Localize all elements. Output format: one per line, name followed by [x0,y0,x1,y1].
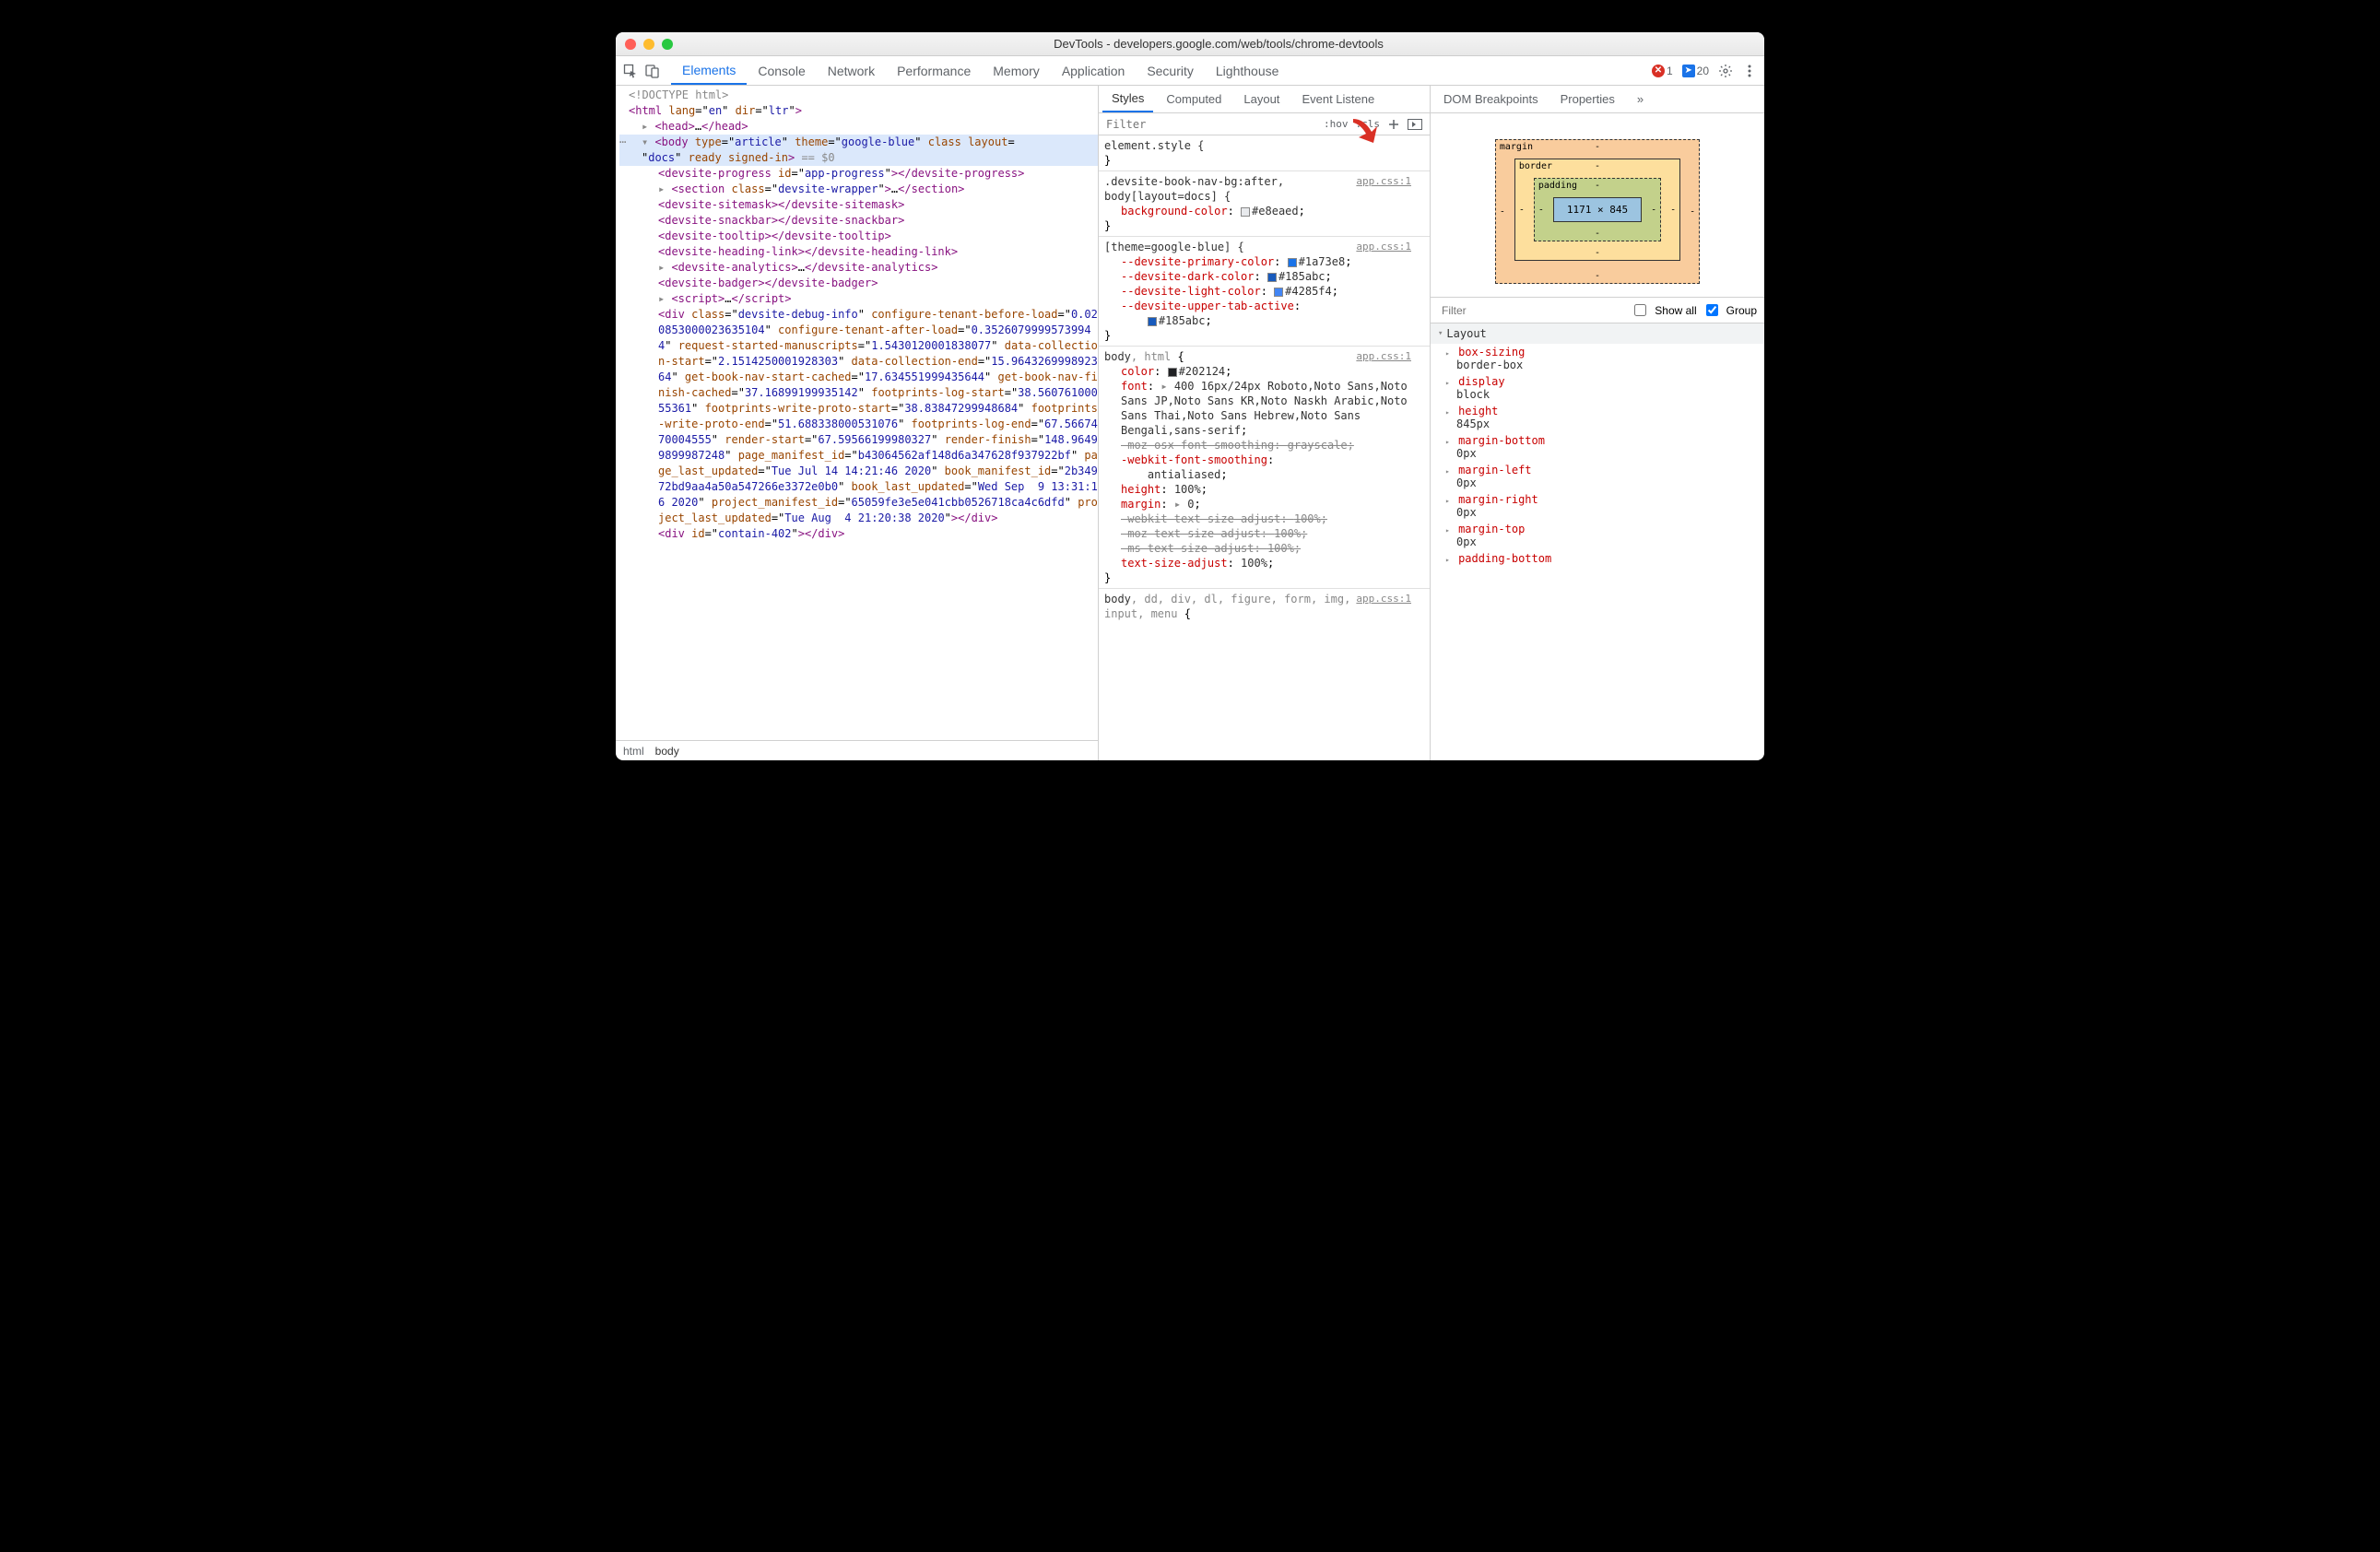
window-controls [625,39,673,50]
computed-properties-list[interactable]: Layout ▸ box-sizingborder-box▸ displaybl… [1431,323,1764,760]
computed-prop[interactable]: ▸ margin-left0px [1431,462,1764,491]
breadcrumb-body[interactable]: body [655,745,679,758]
rule-source-link[interactable]: app.css:1 [1356,349,1411,364]
new-style-rule-button[interactable] [1384,118,1404,131]
tab-lighthouse[interactable]: Lighthouse [1205,56,1290,85]
styles-panel: Styles Computed Layout Event Listeners :… [1099,86,1431,760]
elements-panel: <!DOCTYPE html> <html lang="en" dir="ltr… [616,86,1099,760]
computed-prop[interactable]: ▸ displayblock [1431,373,1764,403]
dom-doctype[interactable]: <!DOCTYPE html> [629,88,728,101]
inspect-icon[interactable] [623,64,638,78]
rule-source-link[interactable]: app.css:1 [1356,240,1411,254]
box-border-label: border [1519,161,1552,171]
close-window-button[interactable] [625,39,636,50]
tab-security[interactable]: Security [1136,56,1205,85]
dom-snackbar[interactable]: <devsite-snackbar></devsite-snackbar> [619,213,1098,229]
error-number: 1 [1667,65,1673,77]
settings-gear-icon[interactable] [1718,64,1733,78]
annotation-arrow-icon [1348,113,1381,147]
dom-analytics[interactable]: ▸ <devsite-analytics>…</devsite-analytic… [619,260,1098,276]
dom-head[interactable]: ▸ <head>…</head> [619,119,1098,135]
computed-subtabs: DOM Breakpoints Properties » [1431,86,1764,113]
message-icon: ➤ [1682,65,1695,77]
error-icon: ✕ [1652,65,1665,77]
message-count[interactable]: ➤ 20 [1682,65,1709,77]
subtab-properties[interactable]: Properties [1551,86,1624,112]
dom-sitemask[interactable]: <devsite-sitemask></devsite-sitemask> [619,197,1098,213]
subtab-dom-breakpoints[interactable]: DOM Breakpoints [1434,86,1548,112]
computed-group-layout[interactable]: Layout [1431,323,1764,344]
tab-console[interactable]: Console [747,56,816,85]
computed-prop[interactable]: ▸ height845px [1431,403,1764,432]
computed-filter-input[interactable] [1438,304,1625,317]
box-padding-label: padding [1538,181,1577,191]
group-checkbox[interactable] [1706,304,1718,316]
titlebar: DevTools - developers.google.com/web/too… [616,32,1764,56]
dom-tree[interactable]: <!DOCTYPE html> <html lang="en" dir="ltr… [616,86,1098,740]
dom-debug-div[interactable]: <div class="devsite-debug-info" configur… [619,307,1098,526]
show-all-checkbox[interactable] [1634,304,1646,316]
kebab-menu-icon[interactable] [1742,64,1757,78]
rule-body-reset[interactable]: app.css:1 body, dd, div, dl, figure, for… [1099,589,1430,624]
styles-filter-input[interactable] [1102,118,1320,131]
box-margin-label: margin [1500,142,1533,152]
error-count[interactable]: ✕ 1 [1652,65,1673,77]
window-title: DevTools - developers.google.com/web/too… [682,37,1755,51]
rule-source-link[interactable]: app.css:1 [1356,592,1411,606]
content-area: <!DOCTYPE html> <html lang="en" dir="ltr… [616,86,1764,760]
breadcrumb: html body [616,740,1098,760]
maximize-window-button[interactable] [662,39,673,50]
subtab-event-listeners[interactable]: Event Listeners [1292,86,1375,112]
dom-section[interactable]: ▸ <section class="devsite-wrapper">…</se… [619,182,1098,197]
computed-prop[interactable]: ▸ box-sizingborder-box [1431,344,1764,373]
box-model[interactable]: margin ---- border ---- padding ---- 117… [1431,113,1764,298]
panel-tabs: Elements Console Network Performance Mem… [671,56,1290,85]
subtab-more-icon[interactable]: » [1628,86,1653,112]
breadcrumb-html[interactable]: html [623,745,644,758]
tab-memory[interactable]: Memory [982,56,1051,85]
tab-performance[interactable]: Performance [886,56,982,85]
group-label: Group [1726,304,1757,317]
rule-source-link[interactable]: app.css:1 [1356,174,1411,189]
subtab-computed[interactable]: Computed [1157,86,1231,112]
subtab-layout[interactable]: Layout [1234,86,1289,112]
computed-filter-bar: Show all Group [1431,298,1764,323]
dom-badger[interactable]: <devsite-badger></devsite-badger> [619,276,1098,291]
computed-prop[interactable]: ▸ padding-bottom [1431,550,1764,567]
dom-body-selected[interactable]: ⋯▾ <body type="article" theme="google-bl… [619,135,1098,166]
rule-theme[interactable]: app.css:1 [theme=google-blue] { --devsit… [1099,237,1430,347]
dom-html-open[interactable]: <html lang="en" dir="ltr"> [619,103,1098,119]
tab-application[interactable]: Application [1051,56,1137,85]
tab-network[interactable]: Network [817,56,886,85]
tab-elements[interactable]: Elements [671,56,747,85]
dom-tooltip[interactable]: <devsite-tooltip></devsite-tooltip> [619,229,1098,244]
computed-prop[interactable]: ▸ margin-bottom0px [1431,432,1764,462]
show-all-label: Show all [1655,304,1696,317]
style-rules-list[interactable]: element.style { } app.css:1 .devsite-boo… [1099,135,1430,760]
rule-body-html[interactable]: app.css:1 body, html { color: #202124; f… [1099,347,1430,589]
dom-heading-link[interactable]: <devsite-heading-link></devsite-heading-… [619,244,1098,260]
styles-subtabs: Styles Computed Layout Event Listeners [1099,86,1430,113]
device-toggle-icon[interactable] [645,64,660,78]
dom-progress[interactable]: <devsite-progress id="app-progress"></de… [619,166,1098,182]
main-toolbar: Elements Console Network Performance Mem… [616,56,1764,86]
computed-panel: DOM Breakpoints Properties » margin ----… [1431,86,1764,760]
devtools-window: DevTools - developers.google.com/web/too… [616,32,1764,760]
rule-book-nav[interactable]: app.css:1 .devsite-book-nav-bg:after, bo… [1099,171,1430,237]
computed-prop[interactable]: ▸ margin-right0px [1431,491,1764,521]
minimize-window-button[interactable] [643,39,654,50]
box-content-dim: 1171 × 845 [1553,197,1642,222]
toggle-computed-sidebar-icon[interactable] [1404,119,1426,130]
message-number: 20 [1697,65,1709,77]
dom-contain[interactable]: <div id="contain-402"></div> [619,526,1098,542]
computed-prop[interactable]: ▸ margin-top0px [1431,521,1764,550]
dom-script[interactable]: ▸ <script>…</script> [619,291,1098,307]
subtab-styles[interactable]: Styles [1102,86,1153,112]
